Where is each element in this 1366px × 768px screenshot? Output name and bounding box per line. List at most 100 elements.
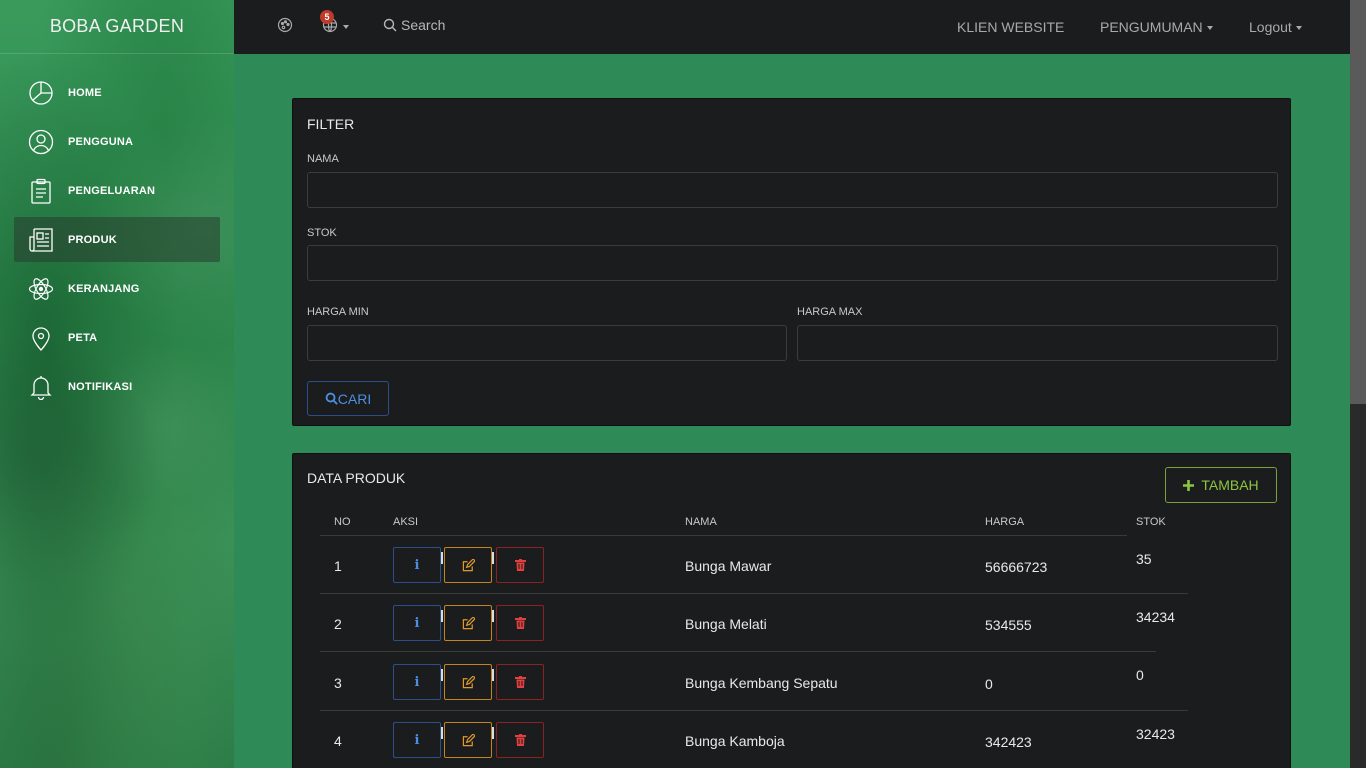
brand-title[interactable]: BOBA GARDEN bbox=[0, 0, 234, 54]
atom-icon bbox=[28, 277, 54, 300]
harga-max-field[interactable] bbox=[797, 325, 1278, 361]
column-header-aksi[interactable]: AKSI bbox=[393, 516, 418, 528]
sidebar-item-label: NOTIFIKASI bbox=[68, 380, 133, 393]
button-separator bbox=[441, 727, 443, 739]
info-icon: i bbox=[414, 674, 420, 690]
edit-button[interactable] bbox=[444, 605, 492, 641]
column-header-stok[interactable]: STOK bbox=[1136, 516, 1166, 528]
nama-label: NAMA bbox=[307, 153, 339, 165]
trash-icon bbox=[514, 676, 526, 688]
sidebar-item-pengguna[interactable]: PENGGUNA bbox=[14, 119, 220, 164]
sidebar-item-home[interactable]: HOME bbox=[14, 70, 220, 115]
detail-button[interactable]: i bbox=[393, 664, 441, 700]
row-stok: 35 bbox=[1136, 551, 1152, 567]
delete-button[interactable] bbox=[496, 664, 544, 700]
edit-icon bbox=[462, 733, 475, 746]
row-harga: 534555 bbox=[985, 617, 1032, 633]
harga-max-input[interactable] bbox=[798, 326, 1277, 360]
detail-button[interactable]: i bbox=[393, 605, 441, 641]
page-scrollbar[interactable] bbox=[1350, 0, 1366, 768]
sidebar-nav: HOME PENGGUNA PENGELUARAN PRODUK KERANJA… bbox=[0, 70, 234, 409]
button-separator bbox=[492, 552, 494, 564]
sidebar-item-notifikasi[interactable]: NOTIFIKASI bbox=[14, 364, 220, 409]
stok-field[interactable] bbox=[307, 245, 1278, 281]
data-produk-panel: DATA PRODUK TAMBAH NO AKSI NAMA HARGA ST… bbox=[292, 453, 1291, 768]
bell-icon bbox=[30, 375, 52, 400]
harga-min-field[interactable] bbox=[307, 325, 787, 361]
sidebar: BOBA GARDEN HOME PENGGUNA PENGELUARAN PR… bbox=[0, 0, 234, 768]
trash-icon bbox=[514, 559, 526, 571]
detail-button[interactable]: i bbox=[393, 547, 441, 583]
stok-input[interactable] bbox=[308, 246, 1277, 280]
pie-chart-icon bbox=[29, 80, 53, 105]
logout-label: Logout bbox=[1249, 19, 1292, 35]
pengumuman-dropdown[interactable]: PENGUMUMAN bbox=[1100, 19, 1213, 35]
scrollbar-thumb[interactable] bbox=[1350, 0, 1366, 404]
row-divider bbox=[320, 710, 1188, 711]
sidebar-item-keranjang[interactable]: KERANJANG bbox=[14, 266, 220, 311]
top-navbar: 5 KLIEN WEBSITE PENGUMUMAN Logout bbox=[234, 0, 1350, 54]
info-icon: i bbox=[414, 732, 420, 748]
sidebar-item-label: PENGGUNA bbox=[68, 135, 134, 148]
edit-icon bbox=[462, 675, 475, 688]
row-nama: Bunga Kamboja bbox=[685, 733, 785, 749]
harga-min-label: HARGA MIN bbox=[307, 306, 369, 318]
row-nama: Bunga Kembang Sepatu bbox=[685, 675, 838, 691]
delete-button[interactable] bbox=[496, 547, 544, 583]
row-nama: Bunga Mawar bbox=[685, 558, 772, 574]
klien-website-link[interactable]: KLIEN WEBSITE bbox=[957, 19, 1064, 35]
button-separator bbox=[441, 610, 443, 622]
row-harga: 342423 bbox=[985, 734, 1032, 750]
sidebar-item-peta[interactable]: PETA bbox=[14, 315, 220, 360]
row-no: 4 bbox=[334, 733, 342, 749]
trash-icon bbox=[514, 734, 526, 746]
row-no: 2 bbox=[334, 616, 342, 632]
column-header-nama[interactable]: NAMA bbox=[685, 516, 717, 528]
sidebar-item-pengeluaran[interactable]: PENGELUARAN bbox=[14, 168, 220, 213]
button-separator bbox=[441, 552, 443, 564]
edit-button[interactable] bbox=[444, 722, 492, 758]
delete-button[interactable] bbox=[496, 605, 544, 641]
column-header-no[interactable]: NO bbox=[334, 516, 351, 528]
row-no: 1 bbox=[334, 558, 342, 574]
stok-label: STOK bbox=[307, 227, 337, 239]
harga-min-input[interactable] bbox=[308, 326, 786, 360]
filter-title: FILTER bbox=[307, 116, 355, 132]
newspaper-icon bbox=[29, 227, 53, 252]
search-box[interactable] bbox=[383, 17, 521, 33]
column-header-harga[interactable]: HARGA bbox=[985, 516, 1024, 528]
row-divider bbox=[320, 651, 1156, 652]
pengumuman-label: PENGUMUMAN bbox=[1100, 19, 1203, 35]
delete-button[interactable] bbox=[496, 722, 544, 758]
nama-field[interactable] bbox=[307, 172, 1278, 208]
button-separator bbox=[441, 669, 443, 681]
row-nama: Bunga Melati bbox=[685, 616, 767, 632]
search-input[interactable] bbox=[401, 17, 521, 33]
info-icon: i bbox=[414, 615, 420, 631]
palette-icon[interactable] bbox=[277, 17, 293, 33]
user-icon bbox=[28, 129, 54, 154]
edit-button[interactable] bbox=[444, 547, 492, 583]
chevron-down-icon bbox=[343, 25, 349, 29]
logout-dropdown[interactable]: Logout bbox=[1249, 19, 1302, 35]
button-separator bbox=[492, 727, 494, 739]
map-pin-icon bbox=[32, 326, 50, 351]
clipboard-icon bbox=[31, 178, 51, 204]
edit-button[interactable] bbox=[444, 664, 492, 700]
sidebar-item-label: KERANJANG bbox=[68, 282, 140, 295]
data-produk-title: DATA PRODUK bbox=[307, 470, 406, 486]
detail-button[interactable]: i bbox=[393, 722, 441, 758]
tambah-button[interactable]: TAMBAH bbox=[1165, 467, 1277, 503]
sidebar-item-label: PRODUK bbox=[68, 233, 117, 246]
filter-panel: FILTER NAMA STOK HARGA MIN HARGA MAX CAR… bbox=[292, 98, 1291, 426]
sidebar-item-label: HOME bbox=[68, 86, 102, 99]
edit-icon bbox=[462, 558, 475, 571]
trash-icon bbox=[514, 617, 526, 629]
nama-input[interactable] bbox=[308, 173, 1277, 207]
table-header-divider bbox=[320, 535, 1127, 536]
cari-button[interactable]: CARI bbox=[307, 381, 389, 416]
sidebar-item-produk[interactable]: PRODUK bbox=[14, 217, 220, 262]
row-stok: 32423 bbox=[1136, 726, 1175, 742]
harga-max-label: HARGA MAX bbox=[797, 306, 863, 318]
tambah-label: TAMBAH bbox=[1201, 477, 1259, 493]
